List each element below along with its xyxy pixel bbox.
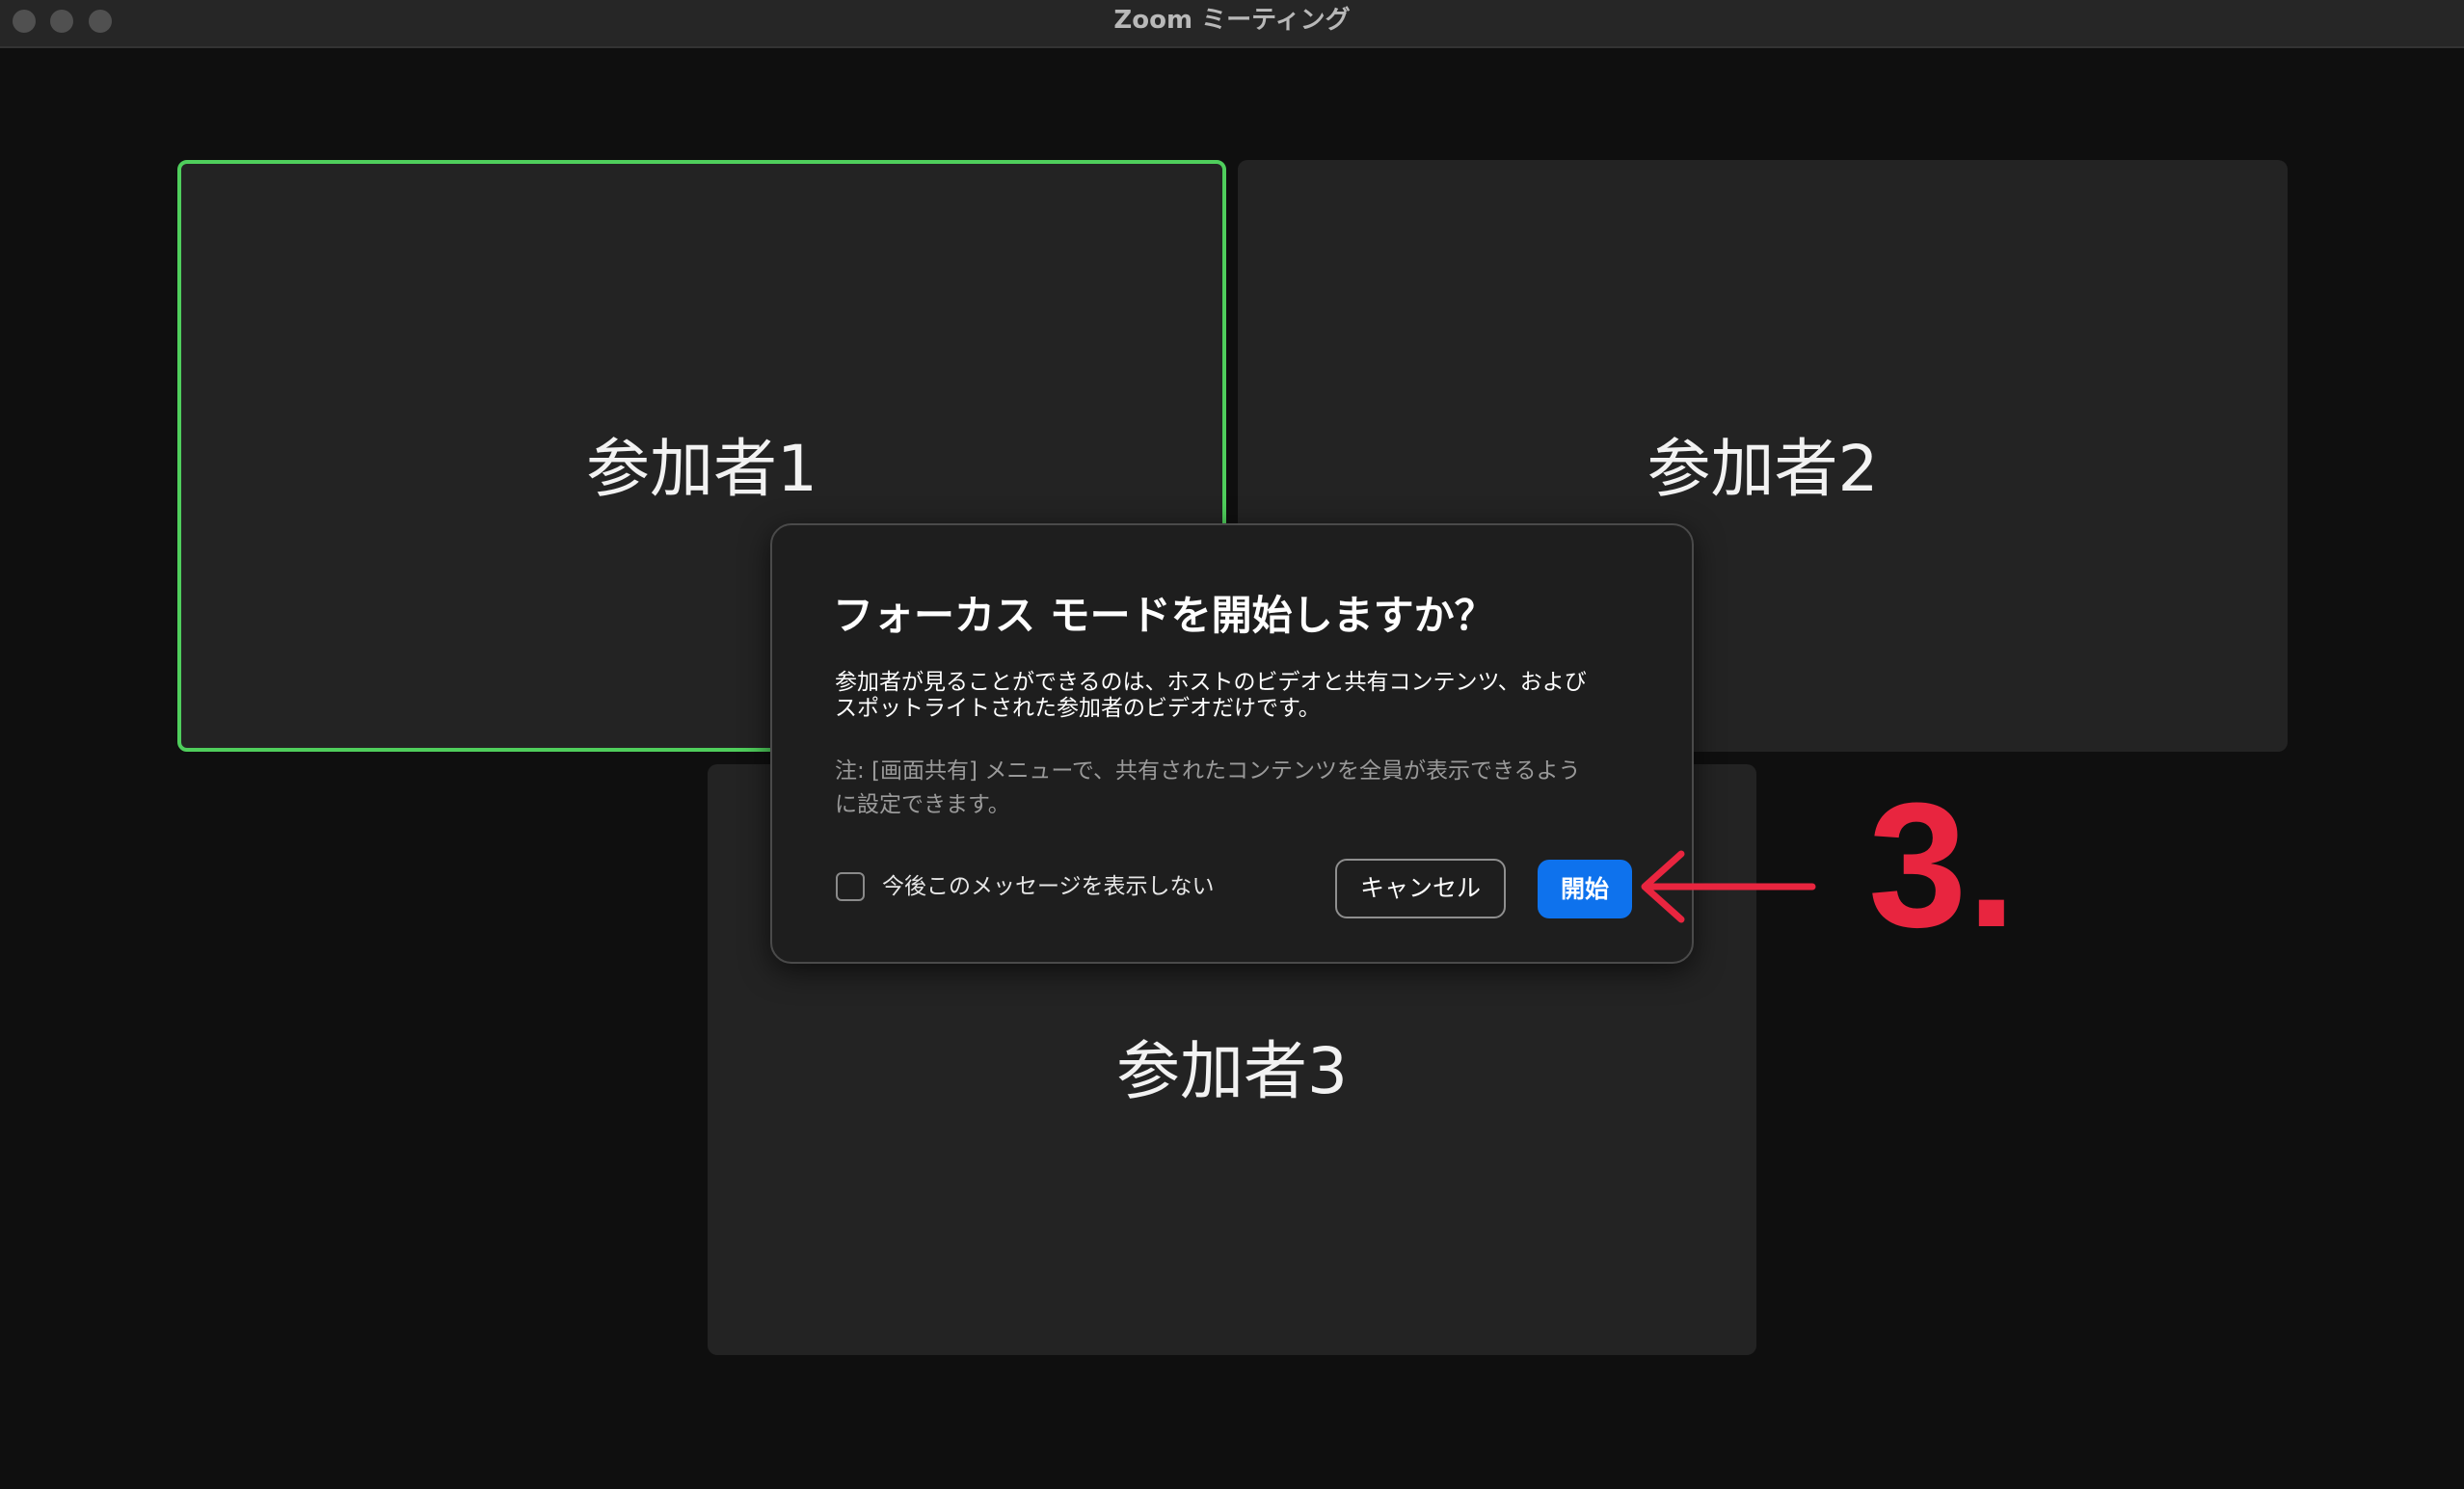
window-title: Zoom ミーティング (1113, 6, 1351, 35)
cancel-button[interactable]: キャンセル (1335, 859, 1506, 918)
dialog-note: 注: [画面共有] メニューで、共有されたコンテンツを全員が表示できるよう に設… (835, 758, 1581, 817)
dont-show-again-checkbox[interactable] (836, 872, 865, 901)
annotation-arrow-icon (1641, 850, 1816, 923)
dialog-description: 参加者が見ることができるのは、ホストのビデオと共有コンテンツ、および スポットラ… (835, 670, 1587, 721)
dialog-title: フォーカス モードを開始しますか？ (833, 592, 1495, 639)
focus-mode-dialog: フォーカス モードを開始しますか？ 参加者が見ることができるのは、ホストのビデオ… (770, 523, 1694, 964)
title-bar: Zoom ミーティング (0, 0, 2464, 48)
participant-name: 参加者2 (1647, 432, 1879, 506)
start-button[interactable]: 開始 (1538, 860, 1632, 918)
annotation-step-label: 3. (1868, 765, 2017, 964)
participant-name: 参加者3 (1116, 1034, 1348, 1108)
zoom-meeting-window: Zoom ミーティング 参加者1 参加者2 参加者3 フォーカス モードを開始し… (0, 0, 2464, 1489)
participant-name: 参加者1 (586, 432, 817, 506)
dont-show-again-label[interactable]: 今後このメッセージを表示しない (882, 873, 1215, 900)
